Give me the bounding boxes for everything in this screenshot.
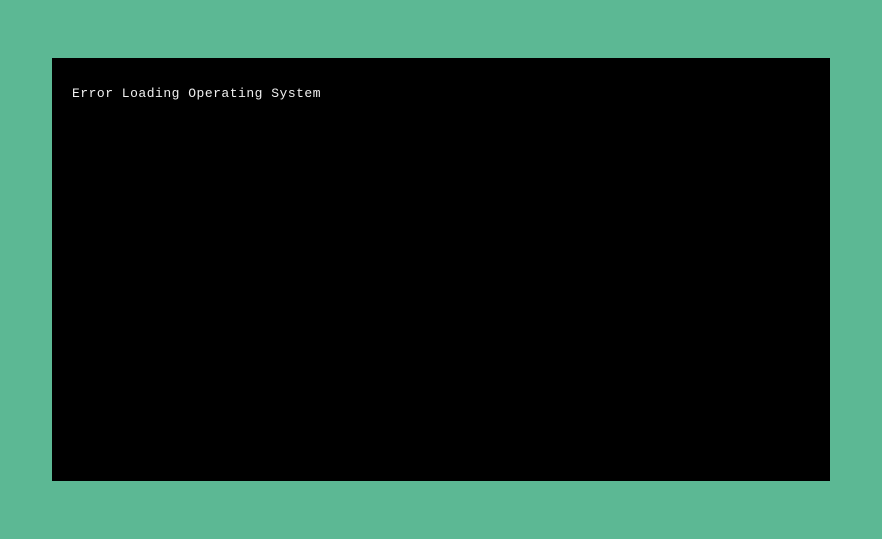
bios-terminal: Error Loading Operating System <box>52 58 830 481</box>
boot-error-message: Error Loading Operating System <box>72 86 810 101</box>
